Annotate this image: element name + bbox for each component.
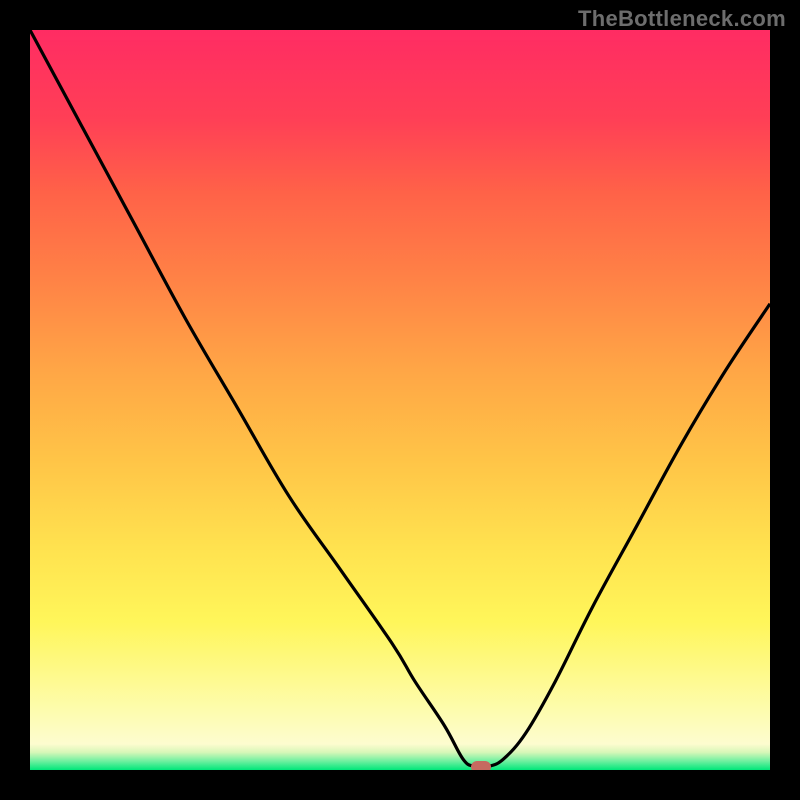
bottleneck-curve <box>30 30 770 770</box>
min-marker <box>471 761 491 770</box>
chart-frame: TheBottleneck.com <box>0 0 800 800</box>
watermark-text: TheBottleneck.com <box>578 6 786 32</box>
plot-area <box>30 30 770 770</box>
